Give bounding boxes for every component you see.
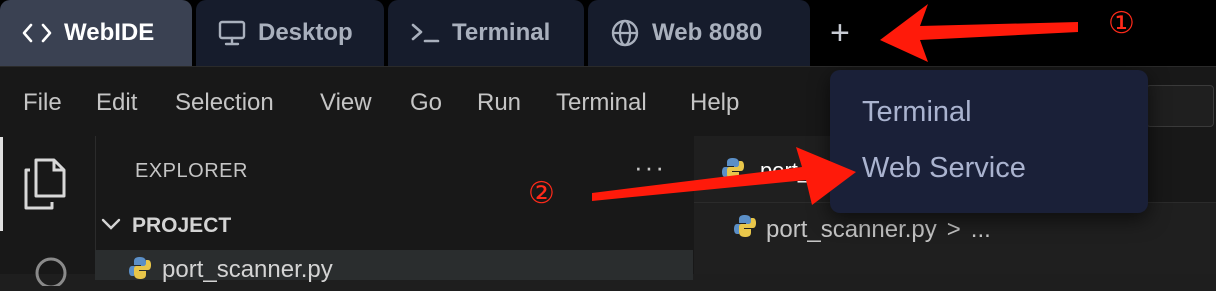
arrow-1 [880, 4, 1078, 62]
annotation-arrows [592, 4, 1078, 205]
annotation-marker-1: ① [1108, 6, 1135, 41]
arrow-2 [592, 147, 856, 205]
annotation-marker-2: ② [528, 176, 555, 211]
